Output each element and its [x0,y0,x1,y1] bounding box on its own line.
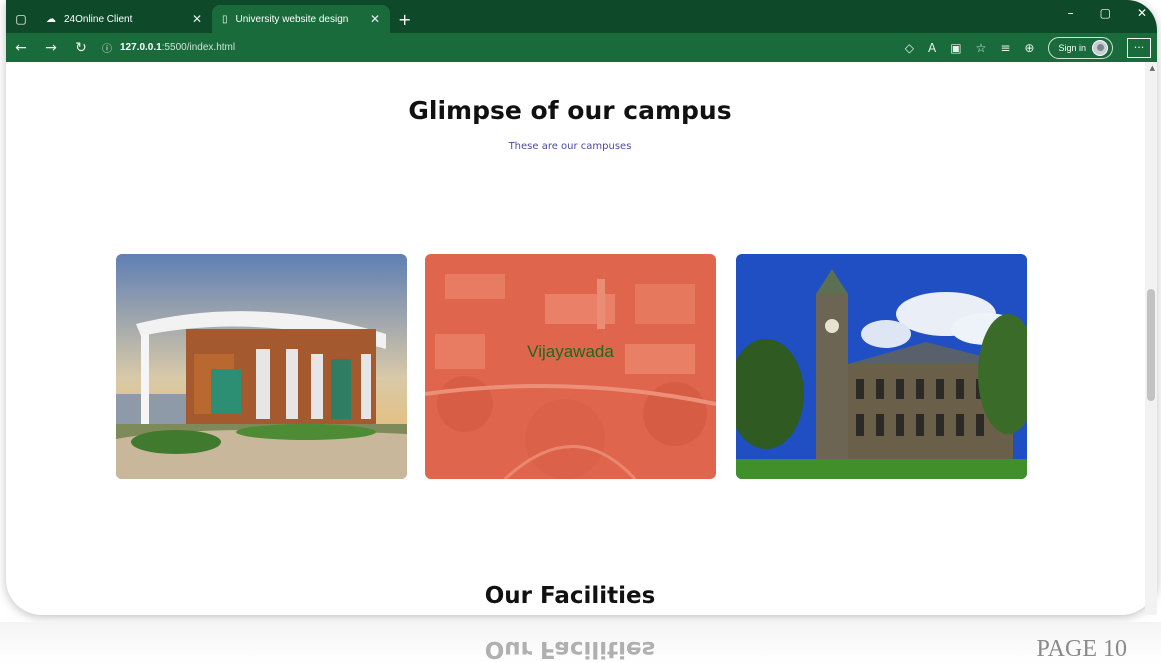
sign-in-label: Sign in [1058,42,1086,53]
close-window-icon[interactable]: ✕ [1137,6,1147,20]
window-controls: – ▢ ✕ [1068,6,1147,20]
page-icon: ▯ [222,13,228,25]
favorite-icon[interactable]: ☆ [976,41,987,55]
campus-card-1[interactable] [116,254,407,479]
browser-toolbar: ← → ↻ ⓘ 127.0.0.1:5500/index.html ◇ A ▣ … [6,33,1157,62]
more-icon[interactable]: ··· [1127,37,1151,58]
campus-image-gothic [736,254,1027,479]
tab-title: University website design [235,13,349,25]
campus-heading: Glimpse of our campus [408,96,732,125]
tab-university[interactable]: ▯ University website design ✕ [212,5,390,33]
close-icon[interactable]: ✕ [370,12,380,26]
info-icon[interactable]: ⓘ [102,40,112,55]
forward-icon[interactable]: → [36,40,66,56]
campus-card-vijayawada[interactable]: Vijayawada [425,254,716,479]
tag-icon[interactable]: ◇ [905,41,914,55]
campus-label: Vijayawada [527,342,614,361]
back-icon[interactable]: ← [6,40,36,56]
facilities-heading: Our Facilities [484,583,656,609]
campus-subheading: These are our campuses [508,141,632,152]
minimize-icon[interactable]: – [1068,6,1074,20]
toolbar-actions: ◇ A ▣ ☆ ≡ ⊕ Sign in ··· [905,36,1157,59]
scrollbar-thumb[interactable] [1147,289,1155,401]
avatar [1092,39,1108,56]
collections-icon[interactable]: ⊕ [1024,41,1034,55]
address-bar[interactable]: ⓘ 127.0.0.1:5500/index.html [102,40,235,55]
tab-actions-icon[interactable]: ▢ [6,5,36,33]
url-path: :5500/index.html [161,42,236,53]
scroll-up-icon[interactable]: ▲ [1150,64,1155,72]
read-aloud-icon[interactable]: A [928,41,936,55]
cloud-icon: ☁ [46,13,56,25]
url-host: 127.0.0.1 [120,42,162,53]
page-number: PAGE 10 [1036,636,1127,662]
campus-card-3[interactable] [736,254,1027,479]
tab-24online[interactable]: ☁ 24Online Client ✕ [36,5,212,33]
facilities-reflection: Our Facilities [484,636,656,662]
tab-title: 24Online Client [64,13,133,25]
tab-bar: ▢ ☁ 24Online Client ✕ ▯ University websi… [6,0,1157,33]
campus-image-modern [116,254,407,479]
sign-in-button[interactable]: Sign in [1048,36,1113,59]
favorites-icon[interactable]: ≡ [1000,41,1010,55]
close-icon[interactable]: ✕ [192,12,202,26]
maximize-icon[interactable]: ▢ [1100,6,1111,20]
new-tab-icon[interactable]: + [390,5,419,33]
refresh-icon[interactable]: ↻ [66,40,96,56]
reflection-strip: Our Facilities [0,622,1161,663]
reader-icon[interactable]: ▣ [950,41,961,55]
campus-image-aerial [425,254,716,479]
